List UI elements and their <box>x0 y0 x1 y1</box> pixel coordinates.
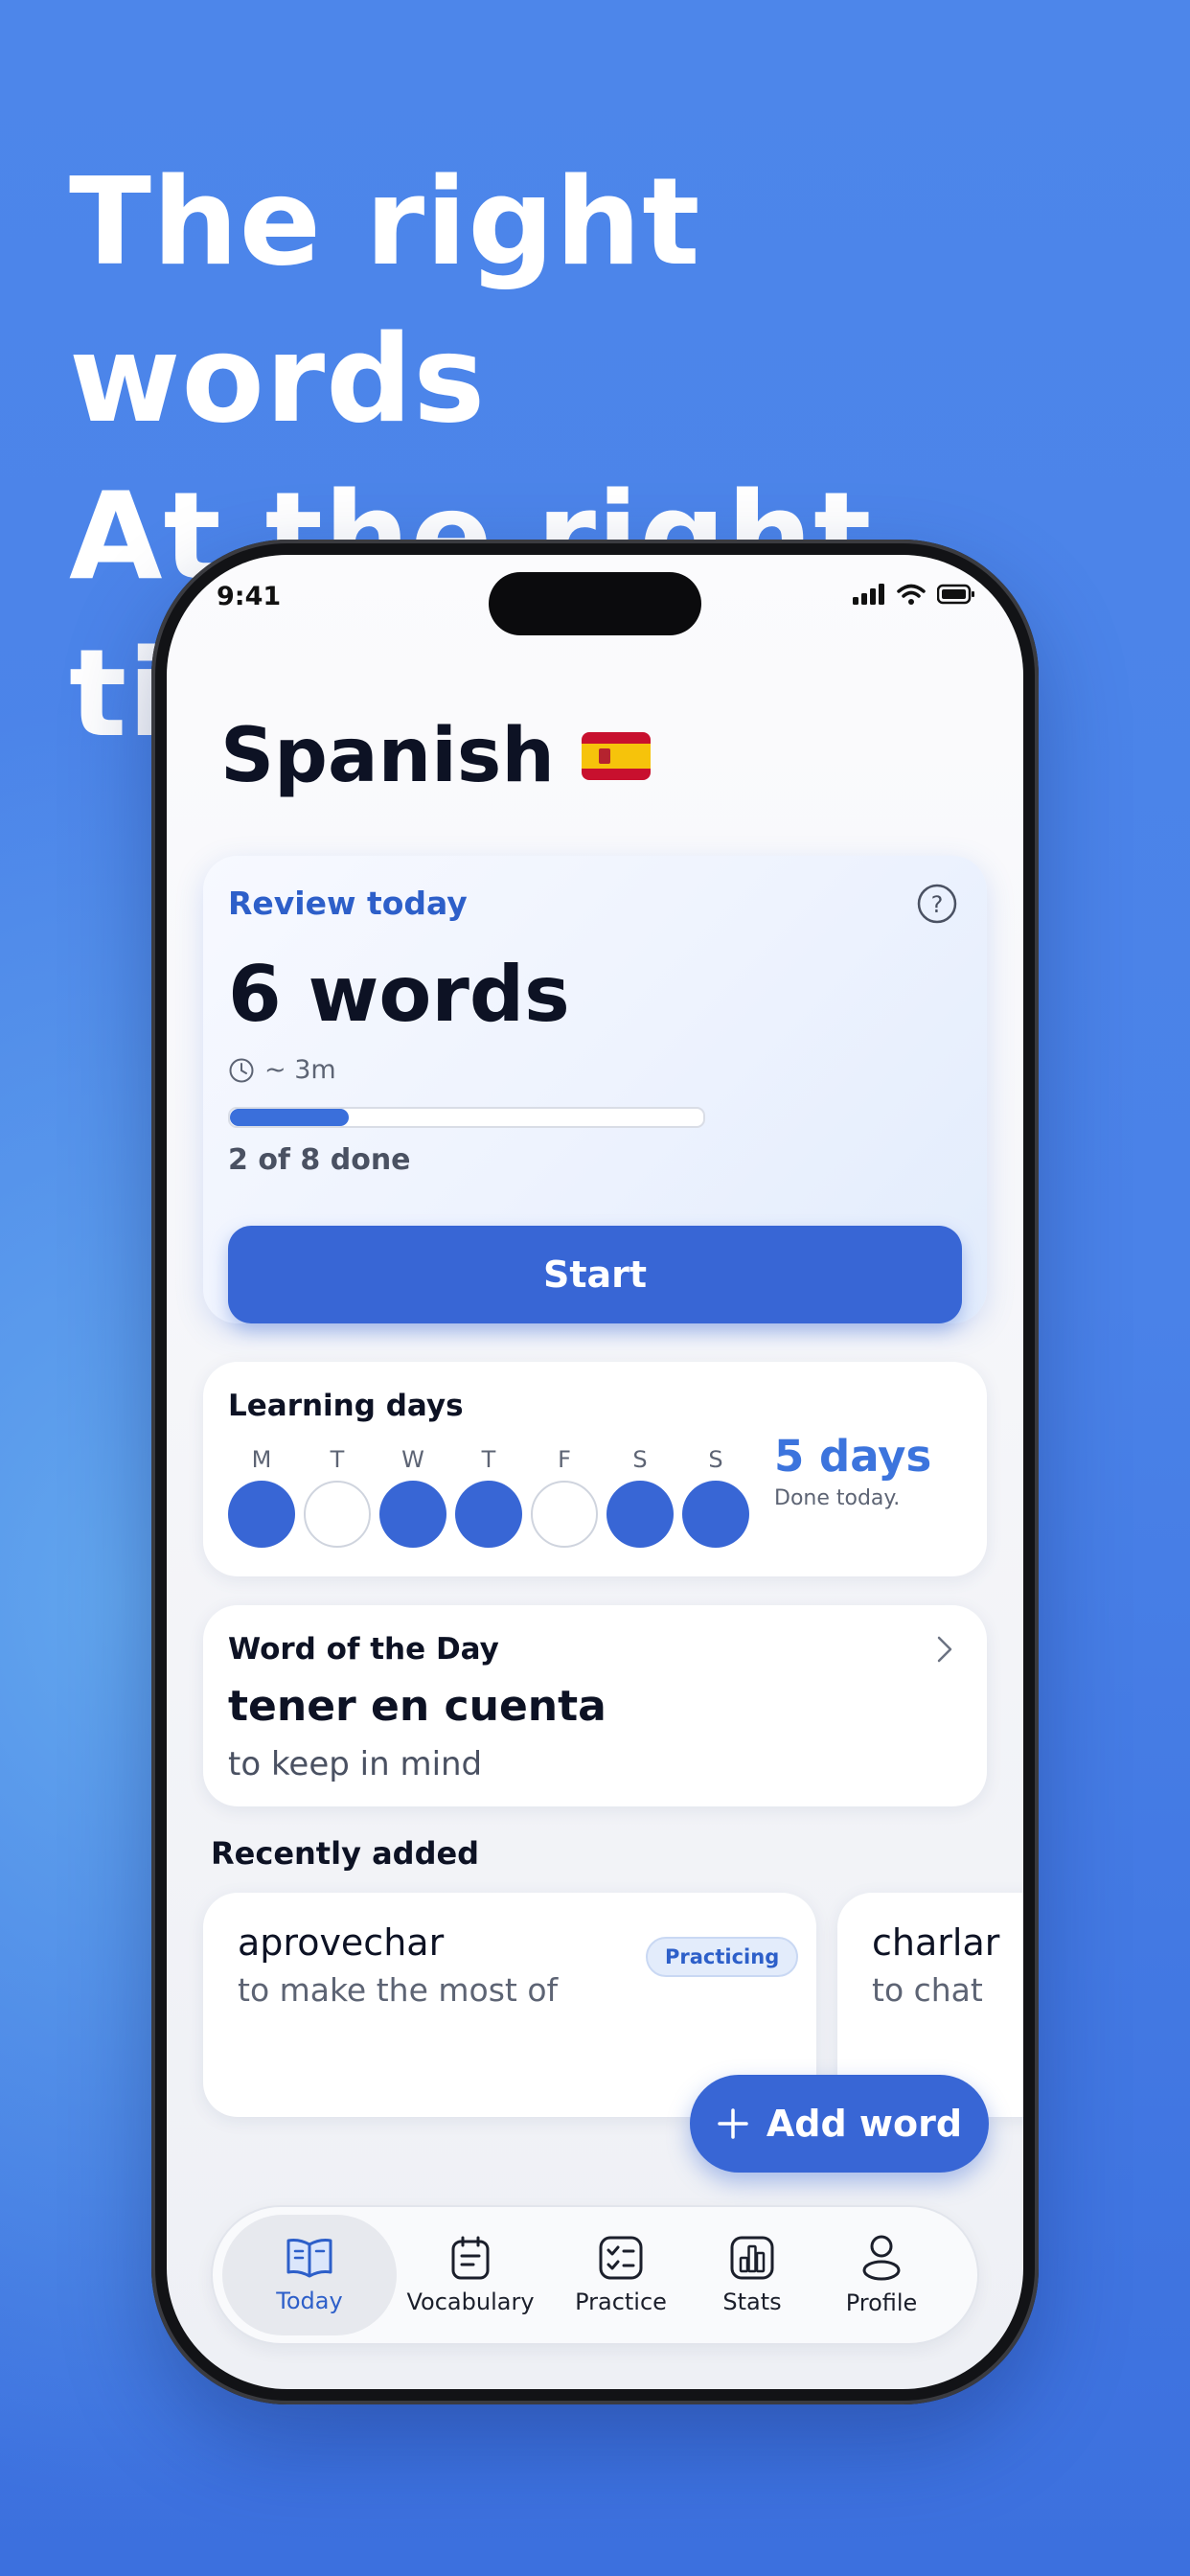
signal-icon <box>853 584 884 605</box>
review-time: ~ 3m <box>228 1055 336 1085</box>
day-item: W <box>379 1446 446 1548</box>
phone-frame: 9:41 Spanish Review today ? 6 words ~ 3m… <box>151 540 1039 2404</box>
status-time: 9:41 <box>217 582 282 611</box>
tab-profile[interactable]: Profile <box>818 2215 945 2335</box>
dynamic-island <box>489 572 701 635</box>
tab-today[interactable]: Today <box>222 2215 397 2335</box>
day-letter: W <box>401 1446 424 1473</box>
day-item: S <box>606 1446 674 1548</box>
progress-text: 2 of 8 done <box>228 1143 411 1177</box>
svg-text:?: ? <box>931 891 944 918</box>
tab-label: Vocabulary <box>406 2288 535 2315</box>
learning-days-card: Learning days M T W T F S S 5 days Done today. <box>203 1362 987 1576</box>
day-item: M <box>228 1446 295 1548</box>
day-letter: F <box>558 1446 571 1473</box>
chevron-right-icon[interactable] <box>935 1634 954 1665</box>
help-icon[interactable]: ? <box>916 883 958 925</box>
tab-stats[interactable]: Stats <box>699 2215 805 2335</box>
day-letter: M <box>251 1446 272 1473</box>
day-done-dot <box>228 1481 295 1548</box>
day-item: T <box>455 1446 522 1548</box>
clock-icon <box>229 1058 254 1082</box>
recent-translation: to chat <box>872 1971 983 2009</box>
person-icon <box>862 2235 901 2281</box>
app-screen: 9:41 Spanish Review today ? 6 words ~ 3m… <box>167 555 1023 2389</box>
word-of-day-word: tener en cuenta <box>228 1682 606 1731</box>
tab-label: Practice <box>575 2288 667 2315</box>
day-letter: S <box>708 1446 723 1473</box>
tab-label: Profile <box>845 2289 918 2316</box>
page-header: Spanish <box>220 713 651 799</box>
battery-icon <box>937 584 974 605</box>
day-item: F <box>531 1446 598 1548</box>
book-open-icon <box>286 2239 332 2278</box>
day-letter: T <box>330 1446 345 1473</box>
review-word-count: 6 words <box>228 950 570 1039</box>
review-label: Review today <box>228 885 468 922</box>
recent-word: aprovechar <box>238 1921 445 1964</box>
status-icons <box>853 584 975 605</box>
day-item: T <box>304 1446 371 1548</box>
day-missed-dot <box>304 1481 371 1548</box>
add-word-button[interactable]: Add word <box>690 2075 989 2173</box>
day-done-dot <box>379 1481 446 1548</box>
tab-label: Today <box>276 2288 343 2314</box>
day-done-dot <box>606 1481 674 1548</box>
notepad-icon <box>451 2236 490 2280</box>
recent-translation: to make the most of <box>238 1971 559 2009</box>
review-progress-bar <box>228 1107 705 1128</box>
day-done-dot <box>682 1481 749 1548</box>
tab-label: Stats <box>722 2288 782 2315</box>
day-missed-dot <box>531 1481 598 1548</box>
streak-count: 5 days <box>774 1431 932 1482</box>
learning-days-label: Learning days <box>228 1389 464 1423</box>
start-button[interactable]: Start <box>228 1226 962 1323</box>
time-estimate: ~ 3m <box>264 1055 336 1085</box>
checklist-icon <box>599 2236 643 2280</box>
word-of-day-card[interactable]: Word of the Day tener en cuenta to keep … <box>203 1605 987 1806</box>
day-done-dot <box>455 1481 522 1548</box>
word-of-day-translation: to keep in mind <box>228 1745 483 1783</box>
tab-practice[interactable]: Practice <box>556 2215 686 2335</box>
review-card: Review today ? 6 words ~ 3m 2 of 8 done … <box>203 856 987 1323</box>
spain-flag-icon <box>581 732 651 780</box>
headline-line-1: The right words <box>69 151 701 449</box>
word-of-day-label: Word of the Day <box>228 1632 499 1667</box>
day-item: S <box>682 1446 749 1548</box>
tab-vocabulary[interactable]: Vocabulary <box>399 2215 542 2335</box>
wifi-icon <box>897 584 926 605</box>
day-letter: T <box>481 1446 496 1473</box>
status-badge: Practicing <box>646 1937 799 1977</box>
plus-icon <box>718 2108 748 2139</box>
week-days-row: MTWTFSS <box>228 1446 749 1548</box>
recently-added-label: Recently added <box>211 1835 480 1872</box>
review-progress-fill <box>230 1109 349 1126</box>
bar-chart-icon <box>730 2236 774 2280</box>
day-letter: S <box>632 1446 648 1473</box>
add-word-label: Add word <box>766 2103 963 2145</box>
recent-word: charlar <box>872 1921 1000 1964</box>
streak-note: Done today. <box>774 1486 901 1510</box>
page-title: Spanish <box>220 713 555 799</box>
tab-bar: Today Vocabulary Practice Stats Profile <box>211 2205 979 2345</box>
